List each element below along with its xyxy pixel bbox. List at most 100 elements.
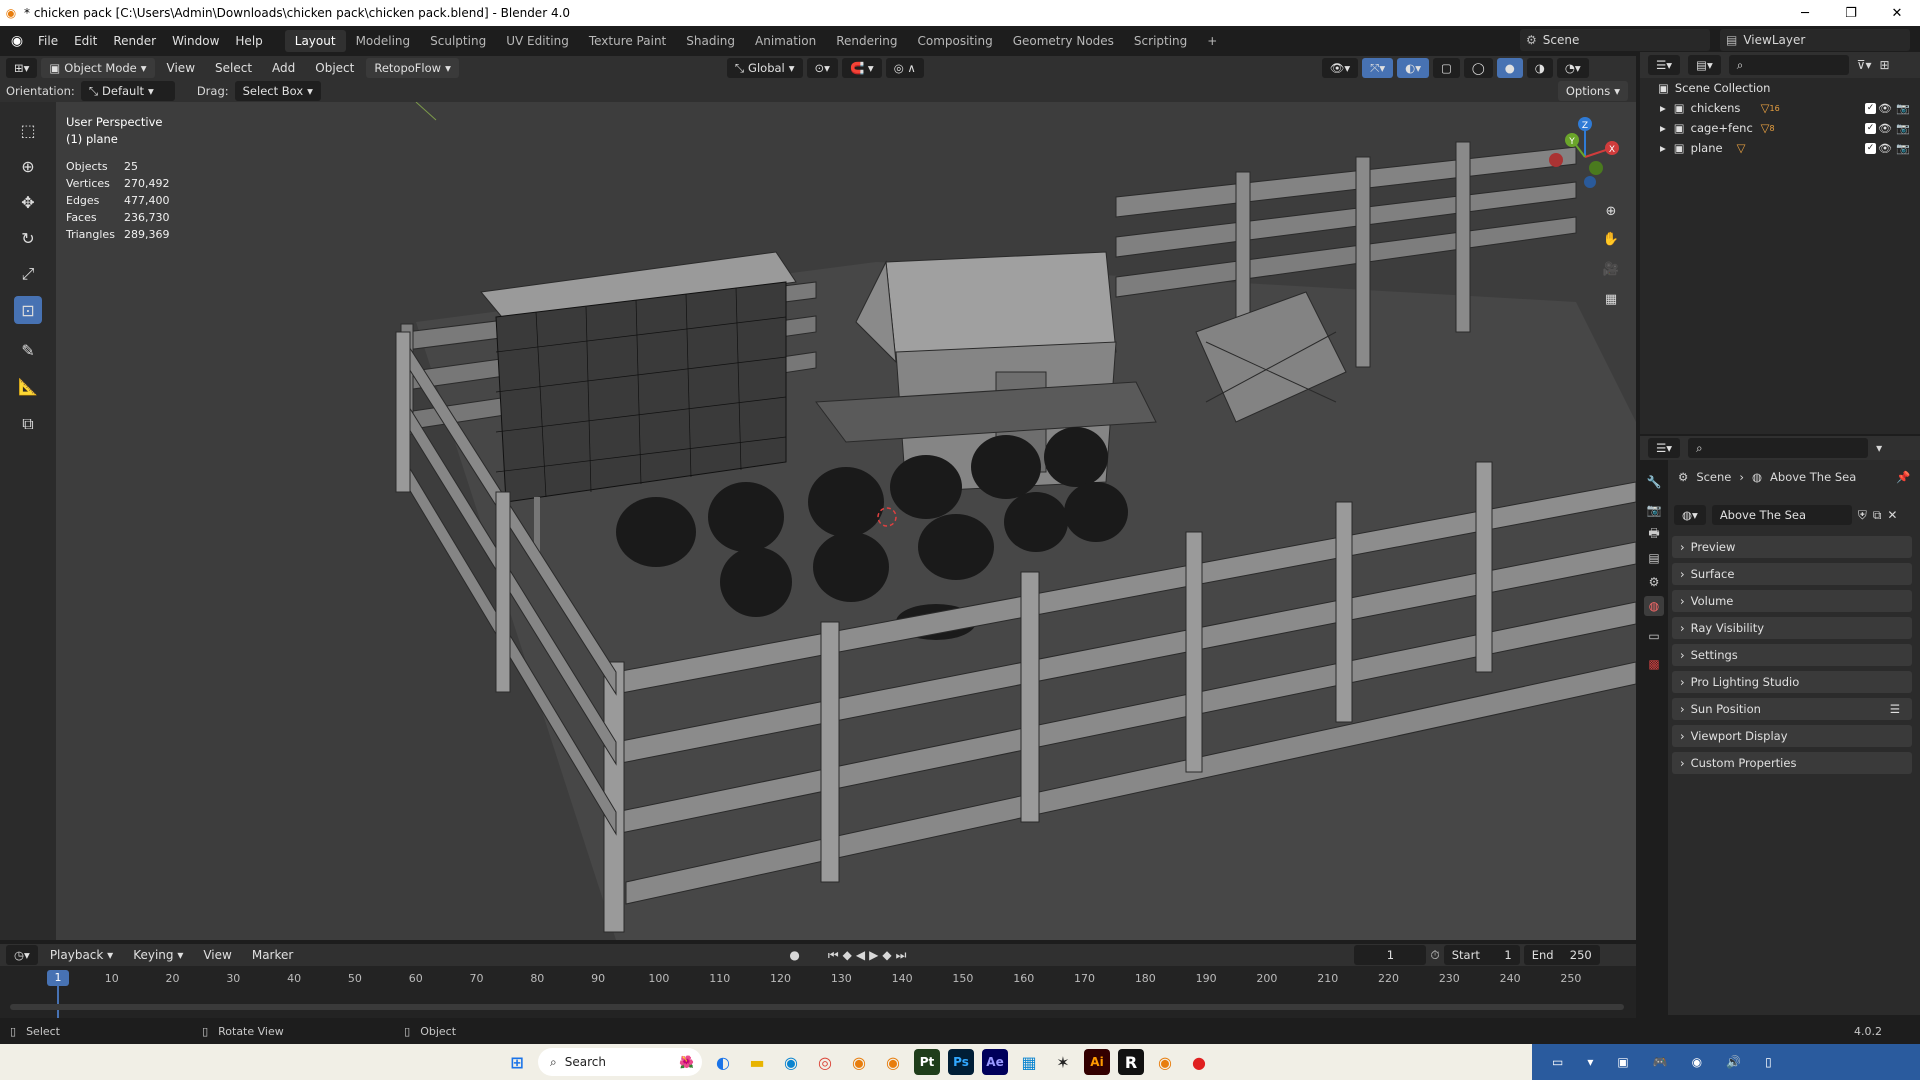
panel-surface[interactable]: › Surface: [1672, 563, 1912, 585]
start-frame-field[interactable]: Start 1: [1443, 945, 1520, 965]
annotate-icon[interactable]: ✎: [14, 336, 42, 364]
illustrator-icon[interactable]: Ai: [1084, 1049, 1110, 1075]
3d-viewport[interactable]: [56, 102, 1636, 940]
unlink-close-icon[interactable]: ✕: [1887, 508, 1897, 522]
list-icon[interactable]: ☰: [1890, 702, 1900, 716]
tab-texture-paint[interactable]: Texture Paint: [579, 30, 676, 52]
end-frame-field[interactable]: End 250: [1523, 945, 1600, 965]
jump-keyframe-forward-icon[interactable]: ◆: [882, 948, 891, 962]
options-dropdown[interactable]: Options ▾: [1557, 81, 1628, 101]
world-browse-icon[interactable]: ◍▾: [1674, 505, 1706, 525]
menu-select[interactable]: Select: [207, 57, 260, 79]
auto-keying-icon[interactable]: ●: [789, 948, 799, 962]
drag-dropdown[interactable]: Select Box ▾: [234, 81, 321, 101]
play-icon[interactable]: ▶: [869, 948, 878, 962]
gamepad-icon[interactable]: 🎮: [1653, 1055, 1668, 1069]
jump-start-icon[interactable]: ⏮: [828, 948, 839, 963]
proportional-edit-icon[interactable]: ◎ ∧: [885, 58, 924, 78]
visibility-icon[interactable]: 👁▾: [1321, 58, 1359, 78]
minimize-button[interactable]: ─: [1782, 0, 1828, 26]
panel-volume[interactable]: › Volume: [1672, 590, 1912, 612]
collection-tab-icon[interactable]: ▭: [1644, 626, 1664, 646]
copilot-icon[interactable]: ◐: [706, 1047, 740, 1077]
blender-taskbar-icon[interactable]: ◉: [842, 1047, 876, 1077]
tab-modeling[interactable]: Modeling: [346, 30, 421, 52]
tab-compositing[interactable]: Compositing: [907, 30, 1002, 52]
gizmo-neg-y[interactable]: [1589, 161, 1603, 175]
timeline-editor-type-icon[interactable]: ◷▾: [6, 945, 38, 965]
tab-sculpting[interactable]: Sculpting: [420, 30, 496, 52]
tool-tab-icon[interactable]: 🔧: [1644, 472, 1664, 492]
tab-animation[interactable]: Animation: [745, 30, 826, 52]
windows-start-icon[interactable]: ⊞: [500, 1047, 534, 1077]
snap-icon[interactable]: 🧲 ▾: [841, 58, 882, 78]
tab-layout[interactable]: Layout: [284, 30, 346, 52]
scale-icon[interactable]: ⤢: [14, 260, 42, 288]
visibility-eye-icon[interactable]: 👁: [1878, 102, 1892, 115]
battery-icon[interactable]: ▯: [1765, 1055, 1772, 1069]
recorder-icon[interactable]: ●: [1182, 1047, 1216, 1077]
shading-material-icon[interactable]: ◑: [1526, 58, 1553, 78]
duplicate-icon[interactable]: ⧉: [1873, 508, 1882, 523]
stopwatch-icon[interactable]: ⏱: [1430, 948, 1439, 963]
gizmo-neg-z[interactable]: [1584, 176, 1596, 188]
volume-icon[interactable]: 🔊: [1726, 1055, 1741, 1069]
chevron-down-icon[interactable]: ▾: [1587, 1055, 1593, 1069]
transform-icon[interactable]: ⊡: [14, 296, 42, 324]
tab-scripting[interactable]: Scripting: [1124, 30, 1197, 52]
transform-orientation-dropdown[interactable]: ⤡ Global ▾: [726, 58, 803, 78]
zoom-icon[interactable]: ⊕: [1600, 200, 1622, 222]
render-tab-icon[interactable]: 📷: [1644, 500, 1664, 520]
pivot-point-icon[interactable]: ⊙▾: [806, 58, 838, 78]
ortho-grid-icon[interactable]: ▦: [1600, 288, 1622, 310]
menu-help[interactable]: Help: [227, 30, 270, 52]
properties-search-input[interactable]: ⌕: [1688, 438, 1869, 458]
current-frame-field[interactable]: 1: [1354, 945, 1427, 965]
visibility-eye-icon[interactable]: 👁: [1878, 142, 1892, 155]
close-button[interactable]: ✕: [1874, 0, 1920, 26]
blender-launcher-icon[interactable]: ◉: [876, 1047, 910, 1077]
zbrush-icon[interactable]: ✶: [1046, 1047, 1080, 1077]
menu-render[interactable]: Render: [105, 30, 164, 52]
display-mode-icon[interactable]: ▤▾: [1688, 55, 1721, 75]
world-name-field[interactable]: Above The Sea: [1711, 505, 1852, 525]
photoshop-icon[interactable]: Ps: [948, 1049, 974, 1075]
exclude-checkbox[interactable]: ✓: [1865, 122, 1876, 134]
outliner-item-plane[interactable]: ▸ ▣ plane ▽ ✓ 👁 📷: [1640, 138, 1920, 158]
jump-keyframe-back-icon[interactable]: ◆: [843, 948, 852, 962]
desktop-icon[interactable]: ▭: [1552, 1055, 1563, 1069]
after-effects-icon[interactable]: Ae: [982, 1049, 1008, 1075]
chevron-down-icon[interactable]: ▾: [1876, 441, 1882, 455]
expand-chevron-icon[interactable]: ▸: [1660, 141, 1666, 155]
tab-shading[interactable]: Shading: [676, 30, 745, 52]
cursor-icon[interactable]: ⊕: [14, 152, 42, 180]
measure-icon[interactable]: 📐: [14, 372, 42, 400]
timeline-area[interactable]: 10 20 30 40 50 60 70 80 90 100 110 120 130 140 150 160 1…: [0, 966, 1636, 1018]
edge-browser-icon[interactable]: ◉: [774, 1047, 808, 1077]
new-collection-icon[interactable]: ⊞: [1880, 58, 1890, 72]
expand-chevron-icon[interactable]: ▸: [1660, 101, 1666, 115]
tab-rendering[interactable]: Rendering: [826, 30, 907, 52]
texture-tab-icon[interactable]: ▩: [1644, 654, 1664, 674]
outliner-editor-type-icon[interactable]: ☰▾: [1648, 55, 1681, 75]
pin-icon[interactable]: 📌: [1896, 470, 1910, 484]
fake-user-shield-icon[interactable]: ⛨: [1858, 508, 1867, 523]
panel-preview[interactable]: › Preview: [1672, 536, 1912, 558]
substance-painter-icon[interactable]: Pt: [914, 1049, 940, 1075]
view-layer-tab-icon[interactable]: ▤: [1644, 548, 1664, 568]
move-icon[interactable]: ✥: [14, 188, 42, 216]
pan-hand-icon[interactable]: ✋: [1600, 228, 1622, 250]
menu-keying[interactable]: Keying ▾: [125, 944, 191, 966]
play-reverse-icon[interactable]: ◀: [856, 948, 865, 962]
menu-marker[interactable]: Marker: [244, 944, 301, 966]
panel-sun-position[interactable]: › Sun Position ☰: [1672, 698, 1912, 720]
taskbar-search-box[interactable]: ⌕ Search 🌺: [538, 1048, 702, 1076]
blender-active-icon[interactable]: ◉: [1148, 1047, 1182, 1077]
menu-edit[interactable]: Edit: [66, 30, 105, 52]
viewlayer-selector[interactable]: ▤ ViewLayer: [1720, 29, 1910, 51]
scene-tab-icon[interactable]: ⚙: [1644, 572, 1664, 592]
mode-dropdown[interactable]: ▣ Object Mode ▾: [41, 58, 155, 78]
playhead[interactable]: 1: [47, 970, 69, 986]
menu-file[interactable]: File: [30, 30, 66, 52]
xray-toggle-icon[interactable]: ▢: [1432, 58, 1460, 78]
